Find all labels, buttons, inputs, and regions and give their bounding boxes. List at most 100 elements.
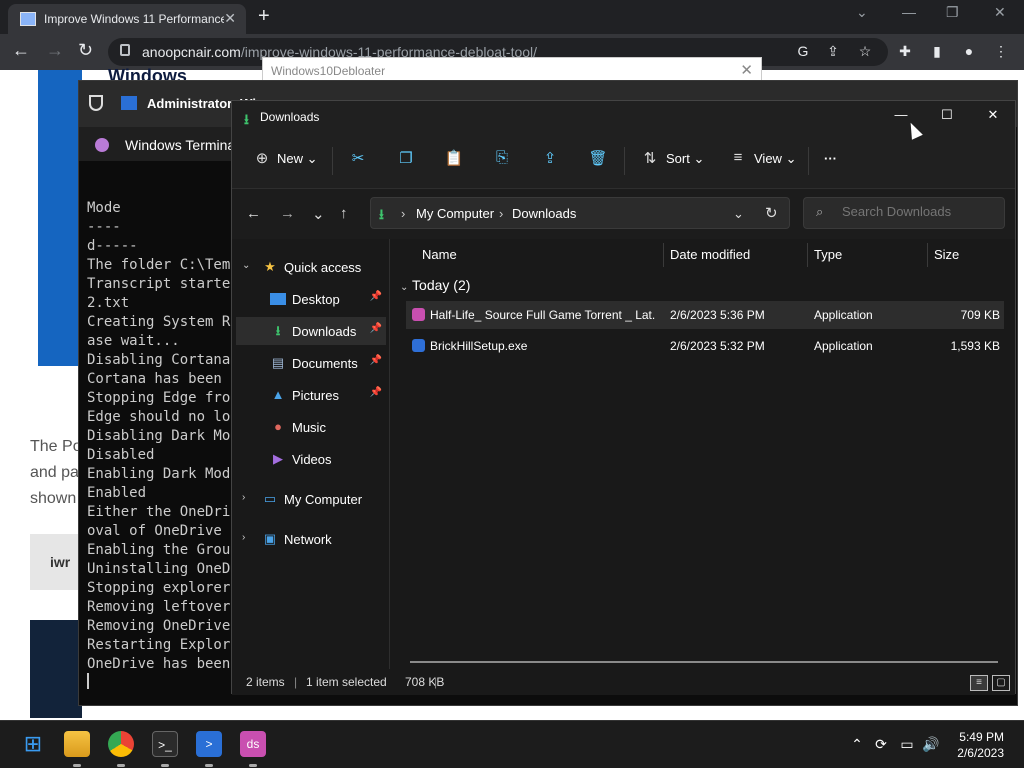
sidebar-item-videos[interactable]: ▶ Videos [236,445,386,473]
sidebar-item-quick-access[interactable]: ⌄ ★ Quick access [236,253,386,281]
app-file-icon [412,308,425,321]
tab-close-icon[interactable]: ✕ [224,10,236,27]
article-header-image: Windows [38,66,187,366]
bookmark-star-icon[interactable]: ☆ [856,43,874,61]
powershell-taskbar-icon[interactable]: > [196,731,222,757]
up-arrow-icon[interactable]: ↑ [340,205,348,222]
sort-button[interactable]: Sort ⌄ [666,151,704,167]
sidebar-item-downloads[interactable]: ⭳ Downloads 📌 [236,317,386,345]
chrome-tab-search-icon[interactable]: ⌄ [856,4,868,21]
pin-icon[interactable]: 📌 [370,355,382,366]
browser-tab[interactable]: Improve Windows 11 Performance ✕ [8,4,246,34]
breadcrumb-my-computer[interactable]: My Computer [416,206,494,221]
debloater-close-icon[interactable]: ✕ [740,61,753,79]
address-bar-row: ← → ⌄ ↑ ⭳ › My Computer › Downloads ⌄ ↻ … [232,189,1015,239]
new-plus-icon[interactable]: ⊕ [252,149,272,169]
back-button[interactable]: ← [12,40,30,61]
recent-chevron-icon[interactable]: ⌄ [312,205,325,223]
column-header-name[interactable]: Name [422,247,457,262]
running-indicator [73,764,81,767]
chevron-right-icon[interactable]: › [242,532,245,543]
file-row[interactable]: Half-Life_ Source Full Game Torrent _ La… [406,301,1004,329]
breadcrumb[interactable]: ⭳ › My Computer › Downloads ⌄ ↻ [370,197,790,229]
search-box[interactable]: ⌕ [803,197,1005,229]
google-icon[interactable]: G [794,43,812,61]
rename-icon[interactable]: ⎘ [492,149,512,169]
update-icon[interactable]: ⟳ [868,731,894,757]
chrome-close-icon[interactable]: ✕ [994,4,1006,21]
share-icon[interactable]: ⇪ [824,43,842,61]
file-row[interactable]: BrickHillSetup.exe 2/6/2023 5:32 PM Appl… [406,332,1004,360]
network-tray-icon[interactable]: ▭ [894,731,920,757]
profile-icon[interactable]: ● [960,43,978,61]
terminal-output[interactable]: Mode ---- d----- The folder C:\Tem Transcrip… [87,199,237,674]
document-icon: ▤ [271,355,285,370]
pin-icon[interactable]: 📌 [370,387,382,398]
terminal-tab[interactable]: Windows Termina [79,127,239,161]
details-view-icon[interactable]: ≡ [970,675,988,691]
maximize-button[interactable]: ☐ [932,107,962,127]
terminal-line: Mode [87,200,121,216]
close-button[interactable]: ✕ [978,107,1008,127]
sidebar-item-desktop[interactable]: Desktop 📌 [236,285,386,313]
pin-icon[interactable]: 📌 [370,323,382,334]
system-clock[interactable]: 5:49 PM 2/6/2023 [957,729,1004,761]
file-list: Name Date modified Type Size ⌄ Today (2)… [392,239,1016,669]
extensions-icon[interactable]: ✚ [896,43,914,61]
app-taskbar-icon[interactable]: ds [240,731,266,757]
chevron-down-icon[interactable]: ⌄ [242,260,250,271]
more-options-button[interactable]: ··· [824,151,837,166]
column-header-size[interactable]: Size [934,247,959,262]
chrome-tab-strip: Improve Windows 11 Performance ✕ + ⌄ — ❐… [0,0,1024,34]
sidebar-item-network[interactable]: › ▣ Network [236,525,386,553]
column-header-type[interactable]: Type [814,247,842,262]
large-icons-view-icon[interactable]: ▢ [992,675,1010,691]
delete-icon[interactable]: 🗑 [588,149,608,169]
terminal-line: Transcript starte [87,276,231,292]
sidebar-item-music[interactable]: ● Music [236,413,386,441]
column-divider[interactable] [927,243,928,267]
sidebar-item-my-computer[interactable]: › ▭ My Computer [236,485,386,513]
forward-arrow-icon[interactable]: → [280,205,295,222]
group-header[interactable]: ⌄ Today (2) [400,277,470,293]
view-button[interactable]: View ⌄ [754,151,796,167]
cut-icon[interactable]: ✂ [348,149,368,169]
terminal-line: Edge should no lo [87,409,231,425]
side-panel-icon[interactable]: ▮ [928,43,946,61]
sidebar-item-documents[interactable]: ▤ Documents 📌 [236,349,386,377]
site-favicon-icon [20,12,36,26]
chevron-right-icon[interactable]: › [242,492,245,503]
breadcrumb-downloads[interactable]: Downloads [512,206,576,221]
share-icon[interactable]: ⇪ [540,149,560,169]
column-divider[interactable] [807,243,808,267]
view-icon[interactable]: ≡ [728,149,748,169]
new-button[interactable]: New ⌄ [277,151,318,167]
chrome-restore-icon[interactable]: ❐ [946,4,959,21]
toolbar-divider [808,147,809,175]
horizontal-scrollbar[interactable] [410,661,998,663]
pin-icon[interactable]: 📌 [370,291,382,302]
chrome-minimize-icon[interactable]: — [902,4,916,20]
forward-button[interactable]: → [46,40,64,61]
new-tab-button[interactable]: + [258,5,270,28]
paste-icon[interactable]: 📋 [444,149,464,169]
column-header-date[interactable]: Date modified [670,247,750,262]
back-arrow-icon[interactable]: ← [246,205,261,222]
chrome-menu-icon[interactable]: ⋮ [992,43,1010,61]
chrome-taskbar-icon[interactable] [108,731,134,757]
address-dropdown-icon[interactable]: ⌄ [733,206,744,222]
search-input[interactable] [842,204,992,219]
column-divider[interactable] [663,243,664,267]
file-explorer-taskbar-icon[interactable] [64,731,90,757]
refresh-icon[interactable]: ↻ [765,204,778,222]
reload-button[interactable]: ↻ [78,40,93,61]
download-arrow-icon: ⭳ [379,206,384,222]
start-windows-icon[interactable]: ⊞ [20,731,46,757]
tray-overflow-chevron-icon[interactable]: ⌃ [844,731,870,757]
sort-icon[interactable]: ⇅ [640,149,660,169]
copy-icon[interactable]: ❐ [396,149,416,169]
sidebar-item-pictures[interactable]: ▲ Pictures 📌 [236,381,386,409]
toolbar-divider [332,147,333,175]
terminal-taskbar-icon[interactable]: >_ [152,731,178,757]
volume-icon[interactable]: 🔊 [918,731,944,757]
